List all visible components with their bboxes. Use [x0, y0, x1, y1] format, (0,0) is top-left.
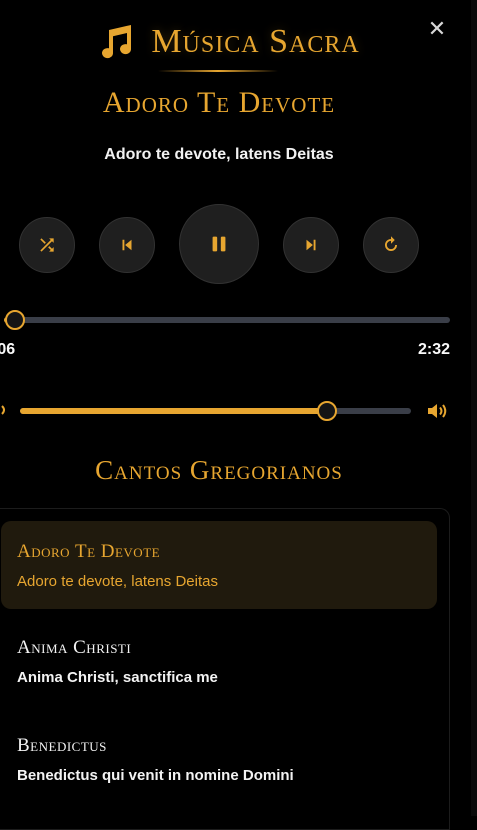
volume-handle[interactable] [316, 401, 337, 421]
close-button[interactable]: ✕ [427, 16, 447, 41]
progress-handle[interactable] [5, 310, 26, 330]
playlist-title: Cantos Gregorianos [95, 455, 343, 485]
playlist: Adoro Te Devote Adoro te devote, latens … [0, 508, 450, 830]
skip-previous-icon [122, 239, 132, 251]
track-title: Benedictus [17, 735, 107, 756]
repeat-button[interactable] [363, 217, 419, 273]
volume-fill [20, 408, 327, 414]
now-playing-title: Adoro Te Devote [102, 86, 336, 119]
close-icon: ✕ [427, 16, 447, 41]
track-title: Adoro Te Devote [17, 541, 161, 562]
app-header: Música Sacra [0, 18, 477, 66]
pause-icon [212, 236, 226, 252]
repeat-icon [385, 236, 397, 251]
track-subtitle: Anima Christi, sanctifica me [17, 669, 218, 686]
progress-slider[interactable] [4, 310, 450, 330]
volume-low-icon[interactable] [0, 402, 8, 418]
volume-high-icon[interactable] [426, 401, 450, 421]
previous-button[interactable] [99, 217, 155, 273]
volume-slider[interactable] [20, 401, 411, 421]
app-title: Música Sacra [151, 23, 360, 60]
music-note-icon [102, 25, 132, 59]
title-divider [158, 70, 278, 72]
track-title: Anima Christi [17, 637, 132, 658]
next-button[interactable] [283, 217, 339, 273]
total-duration: 2:32 [417, 341, 450, 358]
shuffle-button[interactable] [19, 217, 75, 273]
shuffle-icon [40, 238, 54, 252]
skip-next-icon [306, 239, 316, 251]
playlist-item-adoro-te-devote[interactable]: Adoro Te Devote Adoro te devote, latens … [1, 521, 437, 609]
panel-edge [471, 0, 477, 816]
track-subtitle: Adoro te devote, latens Deitas [17, 573, 218, 590]
playlist-item-benedictus[interactable]: Benedictus Benedictus qui venit in nomin… [1, 715, 437, 803]
track-subtitle: Benedictus qui venit in nomine Domini [17, 767, 294, 784]
play-pause-button[interactable] [179, 204, 259, 284]
now-playing-subtitle: Adoro te devote, latens Deitas [104, 146, 334, 163]
player-controls [19, 204, 419, 284]
playlist-item-anima-christi[interactable]: Anima Christi Anima Christi, sanctifica … [1, 617, 437, 705]
elapsed-time: :06 [0, 341, 16, 358]
